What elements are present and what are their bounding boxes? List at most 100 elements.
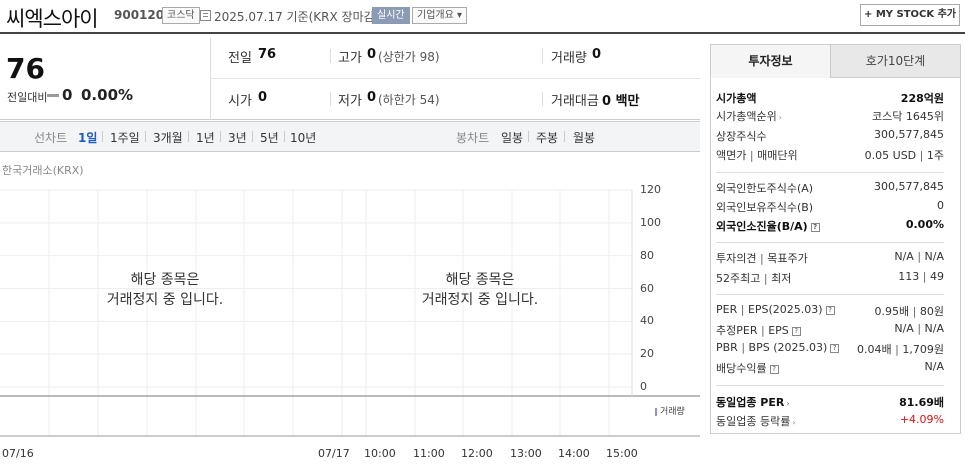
- open-label: 시가: [228, 94, 252, 109]
- dividend-value: N/A: [924, 360, 944, 373]
- suspended-message-left: 해당 종목은 거래정지 중 입니다.: [55, 270, 275, 310]
- stock-name: 씨엑스아이: [6, 7, 99, 31]
- per-value: 0.95배: [874, 305, 910, 318]
- realtime-button[interactable]: 실시간: [372, 7, 410, 24]
- mcap-row: 시가총액 228억원: [716, 90, 944, 109]
- divider: [252, 131, 253, 142]
- mcap-rank-value: 코스닥 1645위: [872, 110, 944, 123]
- foreign-limit-value: 300,577,845: [874, 180, 944, 193]
- chevron-right-icon[interactable]: ›: [792, 418, 795, 427]
- y-tick-label: 0: [640, 380, 647, 393]
- volume-label: 거래량: [551, 51, 587, 66]
- tab-3m[interactable]: 3개월: [153, 129, 183, 146]
- tab-1d[interactable]: 1일: [78, 129, 97, 146]
- no-change-icon: [47, 94, 59, 97]
- shares-value: 300,577,845: [874, 128, 944, 141]
- chevron-down-icon: ▾: [457, 10, 463, 21]
- company-overview-dropdown[interactable]: 기업개요 ▾: [412, 7, 468, 24]
- tab-weekly[interactable]: 주봉: [536, 129, 558, 146]
- eps-value: 80원: [919, 305, 944, 318]
- opinion-label: 투자의견: [716, 252, 757, 265]
- y-tick-label: 80: [640, 248, 654, 262]
- volume-value: 0: [592, 47, 602, 62]
- divider: [210, 38, 211, 120]
- upper-limit: (상한가 98): [378, 50, 440, 64]
- divider: [220, 131, 221, 142]
- mcap-rank-row: 시가총액순위 › 코스닥 1645위: [716, 108, 944, 127]
- y-tick-label: 120: [640, 183, 661, 196]
- volume-legend: 거래량: [655, 404, 685, 417]
- bps-value: 1,709원: [902, 343, 944, 356]
- dividend-label: 배당수익률: [716, 362, 767, 375]
- add-my-stock-button[interactable]: + MY STOCK 추가: [860, 4, 960, 26]
- opinion-value: N/A: [894, 250, 914, 263]
- per-row: PER | EPS(2025.03)? 0.95배 | 80원: [716, 303, 944, 318]
- x-tick-label: 10:00: [364, 447, 396, 460]
- industry-per-value: 81.69배: [899, 396, 944, 409]
- amount-label: 거래대금: [551, 94, 599, 109]
- tab-3y[interactable]: 3년: [228, 129, 247, 146]
- dividend-row: 배당수익률? N/A: [716, 360, 944, 379]
- help-icon[interactable]: ?: [830, 343, 840, 353]
- foreign-hold-label: 외국인보유주식수(B): [716, 201, 814, 214]
- pbr-value: 0.04배: [857, 343, 892, 356]
- industry-per-label: 동일업종 PER: [716, 396, 785, 409]
- w52-low-label: 최저: [771, 272, 792, 285]
- shares-row: 상장주식수 300,577,845: [716, 128, 944, 147]
- chevron-right-icon[interactable]: ›: [786, 399, 789, 408]
- tab-orderbook[interactable]: 호가10단계: [831, 45, 960, 78]
- y-tick-label: 60: [640, 281, 654, 295]
- par-value: 0.05 USD: [864, 149, 917, 162]
- industry-rate-row: 동일업종 등락률 › +4.09%: [716, 413, 944, 432]
- tab-5y[interactable]: 5년: [260, 129, 279, 146]
- calendar-icon: [200, 10, 211, 21]
- help-icon[interactable]: ?: [791, 326, 801, 336]
- w52-high-label: 52주최고: [716, 272, 761, 285]
- y-tick-label: 100: [640, 215, 661, 229]
- divider: [542, 49, 543, 63]
- change-value: 0: [62, 86, 73, 104]
- tab-1y[interactable]: 1년: [196, 129, 215, 146]
- chart-source: 한국거래소(KRX): [2, 164, 84, 177]
- divider: [145, 131, 146, 142]
- industry-rate-value: +4.09%: [899, 413, 944, 426]
- opinion-row: 투자의견 | 목표주가 N/A | N/A: [716, 250, 944, 265]
- divider: [330, 92, 331, 106]
- divider: [528, 131, 529, 142]
- foreign-limit-row: 외국인한도주식수(A) 300,577,845: [716, 180, 944, 199]
- suspended-line-2: 거래정지 중 입니다.: [421, 292, 539, 308]
- x-tick-label: 14:00: [558, 447, 590, 460]
- unit-value: 1주: [926, 149, 944, 162]
- divider: [716, 385, 944, 386]
- est-per-label: 추정PER: [716, 324, 758, 337]
- stock-code: 900120: [114, 8, 165, 22]
- help-icon[interactable]: ?: [810, 222, 820, 232]
- mcap-label: 시가총액: [716, 92, 757, 105]
- tab-monthly[interactable]: 월봉: [573, 129, 595, 146]
- pbr-label: PBR: [716, 341, 738, 354]
- y-tick-label: 40: [640, 314, 654, 328]
- target-value: N/A: [924, 250, 944, 263]
- foreign-ratio-label: 외국인소진율(B/A): [716, 220, 808, 233]
- suspended-line-1: 해당 종목은: [445, 272, 515, 288]
- low-value: 0: [367, 90, 377, 105]
- tab-10y[interactable]: 10년: [290, 129, 316, 146]
- divider: [542, 92, 543, 106]
- chevron-right-icon[interactable]: ›: [779, 113, 782, 122]
- company-overview-label: 기업개요: [417, 10, 454, 21]
- x-tick-label: 12:00: [461, 447, 493, 460]
- divider: [716, 242, 944, 243]
- mcap-value: 228억원: [900, 92, 944, 105]
- divider: [210, 78, 700, 79]
- help-icon[interactable]: ?: [825, 305, 835, 315]
- high-label: 고가: [338, 51, 362, 66]
- x-tick-label: 15:00: [606, 447, 638, 460]
- divider: [716, 294, 944, 295]
- foreign-ratio-row: 외국인소진율(B/A)? 0.00%: [716, 218, 944, 237]
- per-label: PER: [716, 303, 738, 316]
- industry-per-row: 동일업종 PER › 81.69배: [716, 394, 944, 413]
- help-icon[interactable]: ?: [769, 364, 779, 374]
- tab-1w[interactable]: 1주일: [110, 129, 140, 146]
- tab-investment-info[interactable]: 투자정보: [711, 45, 831, 78]
- tab-daily[interactable]: 일봉: [501, 129, 523, 146]
